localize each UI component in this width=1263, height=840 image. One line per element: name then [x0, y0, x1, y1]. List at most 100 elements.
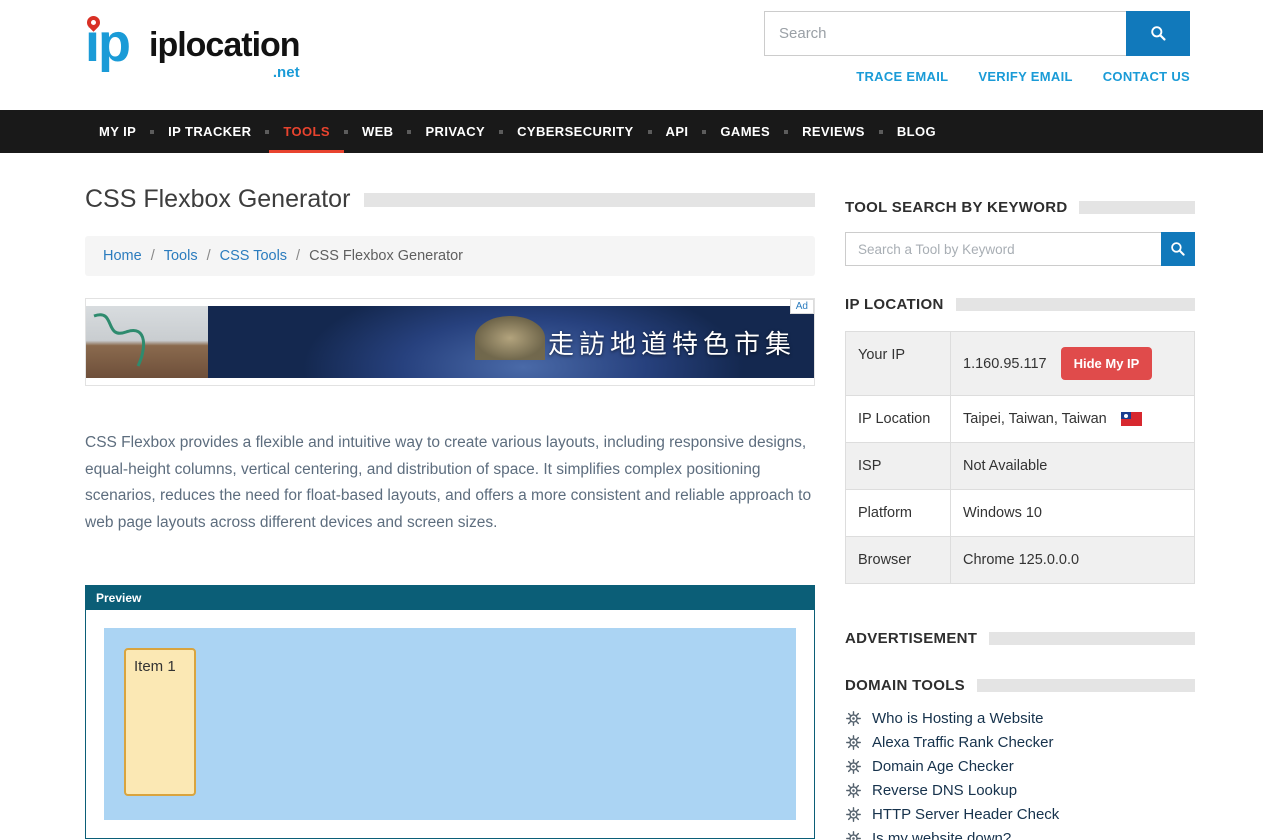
advertisement-heading-text: ADVERTISEMENT	[845, 630, 977, 647]
site-search-button[interactable]	[1126, 11, 1190, 56]
domain-tool-label: Reverse DNS Lookup	[872, 782, 1017, 799]
ad-image-main: 走訪地道特色市集	[208, 306, 814, 378]
isp-value: Not Available	[963, 458, 1047, 474]
domain-tool-label: HTTP Server Header Check	[872, 806, 1059, 823]
nav-item-tools[interactable]: TOOLS	[269, 110, 344, 153]
trace-email-link[interactable]: TRACE EMAIL	[856, 69, 948, 84]
nav-item-privacy[interactable]: PRIVACY	[411, 110, 499, 153]
ad-image-left	[86, 306, 208, 378]
verify-email-link[interactable]: VERIFY EMAIL	[978, 69, 1072, 84]
ad-banner[interactable]: 走訪地道特色市集 Ad	[85, 298, 815, 386]
domain-tool-domain-age-link[interactable]: Domain Age Checker	[845, 758, 1195, 775]
nav-item-cybersecurity[interactable]: CYBERSECURITY	[503, 110, 647, 153]
advertisement-heading: ADVERTISEMENT	[845, 630, 1195, 647]
your-ip-value: 1.160.95.117	[963, 356, 1047, 372]
gear-icon	[845, 830, 862, 840]
preview-panel-body: Item 1	[86, 610, 814, 838]
flex-preview-item-1[interactable]: Item 1	[124, 648, 196, 796]
taiwan-flag-icon	[1121, 412, 1142, 426]
nav-item-reviews[interactable]: REVIEWS	[788, 110, 879, 153]
domain-tool-website-down-link[interactable]: Is my website down?	[845, 830, 1195, 840]
top-header: ip iplocation .net TRACE EMAIL VERIFY EM…	[0, 0, 1263, 110]
breadcrumb-separator: /	[151, 248, 155, 264]
nav-item-api[interactable]: API	[652, 110, 703, 153]
page-title: CSS Flexbox Generator	[85, 185, 350, 214]
tool-search	[845, 232, 1195, 266]
breadcrumb-tools[interactable]: Tools	[164, 248, 198, 264]
ip-location-value: Taipei, Taiwan, Taiwan	[963, 411, 1107, 427]
nav-item-games[interactable]: GAMES	[706, 110, 784, 153]
gear-icon	[845, 710, 862, 727]
site-search-input[interactable]	[764, 11, 1126, 56]
site-logo[interactable]: ip iplocation .net	[85, 10, 300, 110]
ad-dome-graphic	[475, 316, 545, 360]
gear-icon	[845, 806, 862, 823]
preview-panel-header: Preview	[86, 586, 814, 610]
ip-location-heading-text: IP LOCATION	[845, 296, 944, 313]
header-right: TRACE EMAIL VERIFY EMAIL CONTACT US	[764, 0, 1190, 110]
domain-tool-label: Alexa Traffic Rank Checker	[872, 734, 1053, 751]
table-row-browser: Browser Chrome 125.0.0.0	[846, 537, 1194, 583]
heading-decorative-bar	[1079, 201, 1195, 214]
contact-us-link[interactable]: CONTACT US	[1103, 69, 1190, 84]
domain-tools-heading-text: DOMAIN TOOLS	[845, 677, 965, 694]
domain-tools-list: Who is Hosting a Website Alexa Traffic R…	[845, 710, 1195, 840]
ip-info-table: Your IP 1.160.95.117 Hide My IP IP Locat…	[845, 331, 1195, 584]
domain-tool-hosting-link[interactable]: Who is Hosting a Website	[845, 710, 1195, 727]
logo-text: iplocation .net	[149, 26, 300, 65]
breadcrumb-separator: /	[296, 248, 300, 264]
breadcrumb-home[interactable]: Home	[103, 248, 142, 264]
row-value: Chrome 125.0.0.0	[951, 537, 1194, 583]
tool-search-heading-text: TOOL SEARCH BY KEYWORD	[845, 199, 1067, 216]
intro-paragraph: CSS Flexbox provides a flexible and intu…	[85, 430, 815, 537]
nav-item-my-ip[interactable]: MY IP	[85, 110, 150, 153]
nav-item-blog[interactable]: BLOG	[883, 110, 950, 153]
tool-search-button[interactable]	[1161, 232, 1195, 266]
logo-tld: .net	[273, 64, 300, 81]
table-row-your-ip: Your IP 1.160.95.117 Hide My IP	[846, 332, 1194, 396]
row-value: Windows 10	[951, 490, 1194, 536]
logo-wordmark: iplocation	[149, 26, 300, 64]
table-row-platform: Platform Windows 10	[846, 490, 1194, 537]
content: CSS Flexbox Generator Home / Tools / CSS…	[0, 153, 1263, 840]
row-label: Platform	[846, 490, 951, 536]
heading-decorative-bar	[977, 679, 1195, 692]
heading-decorative-bar	[956, 298, 1195, 311]
platform-value: Windows 10	[963, 505, 1042, 521]
nav-item-web[interactable]: WEB	[348, 110, 408, 153]
gear-icon	[845, 782, 862, 799]
breadcrumb: Home / Tools / CSS Tools / CSS Flexbox G…	[85, 236, 815, 276]
main-column: CSS Flexbox Generator Home / Tools / CSS…	[85, 185, 815, 840]
row-label: Your IP	[846, 332, 951, 395]
logo-pin-icon: ip	[85, 10, 149, 76]
nav-item-ip-tracker[interactable]: IP TRACKER	[154, 110, 265, 153]
title-decorative-bar	[364, 193, 815, 207]
breadcrumb-separator: /	[207, 248, 211, 264]
tool-search-heading: TOOL SEARCH BY KEYWORD	[845, 199, 1195, 216]
row-value: 1.160.95.117 Hide My IP	[951, 332, 1194, 395]
ad-choices-badge[interactable]: Ad	[790, 299, 814, 314]
domain-tool-label: Is my website down?	[872, 830, 1011, 840]
ad-headline: 走訪地道特色市集	[548, 324, 796, 361]
domain-tool-label: Domain Age Checker	[872, 758, 1014, 775]
row-label: Browser	[846, 537, 951, 583]
preview-panel: Preview Item 1	[85, 585, 815, 839]
sidebar: TOOL SEARCH BY KEYWORD IP LOCATION Your …	[845, 185, 1195, 840]
domain-tool-http-header-link[interactable]: HTTP Server Header Check	[845, 806, 1195, 823]
domain-tool-alexa-rank-link[interactable]: Alexa Traffic Rank Checker	[845, 734, 1195, 751]
gear-icon	[845, 734, 862, 751]
row-label: ISP	[846, 443, 951, 489]
table-row-isp: ISP Not Available	[846, 443, 1194, 490]
heading-decorative-bar	[989, 632, 1195, 645]
domain-tool-reverse-dns-link[interactable]: Reverse DNS Lookup	[845, 782, 1195, 799]
breadcrumb-css-tools[interactable]: CSS Tools	[220, 248, 287, 264]
header-links: TRACE EMAIL VERIFY EMAIL CONTACT US	[856, 69, 1190, 84]
breadcrumb-current: CSS Flexbox Generator	[309, 248, 463, 264]
tool-search-input[interactable]	[845, 232, 1161, 266]
search-icon	[1150, 25, 1167, 42]
row-value: Not Available	[951, 443, 1194, 489]
gear-icon	[845, 758, 862, 775]
domain-tools-heading: DOMAIN TOOLS	[845, 677, 1195, 694]
hide-my-ip-button[interactable]: Hide My IP	[1061, 347, 1153, 380]
row-label: IP Location	[846, 396, 951, 442]
